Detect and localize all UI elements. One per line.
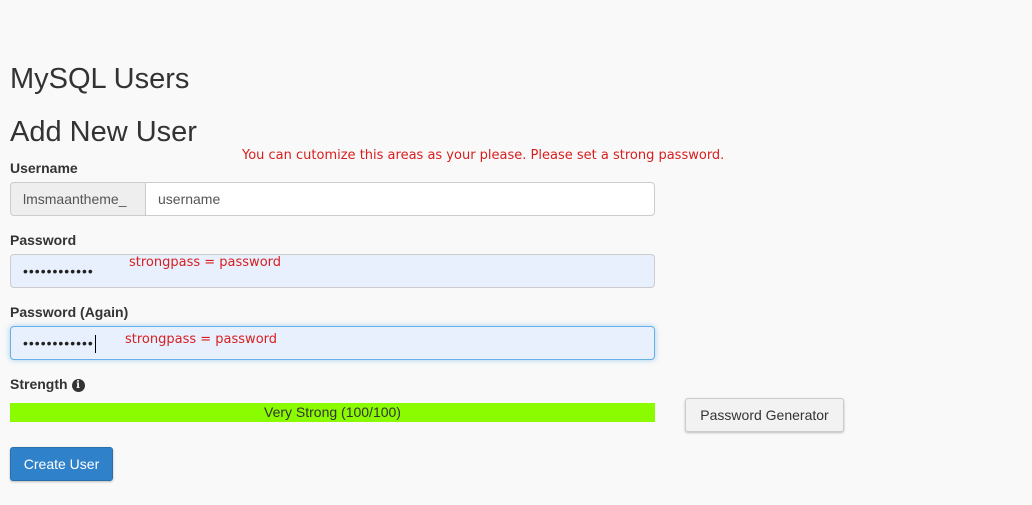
text-caret — [94, 335, 96, 354]
strength-text: Very Strong (100/100) — [264, 404, 401, 420]
create-user-button[interactable]: Create User — [10, 447, 113, 481]
top-annotation: You can cutomize this areas as your plea… — [242, 148, 725, 163]
password-generator-button[interactable]: Password Generator — [685, 398, 844, 432]
page-title: MySQL Users — [10, 63, 190, 95]
password-annotation: strongpass = password — [129, 255, 282, 270]
username-input[interactable] — [145, 182, 655, 216]
password-value: •••••••••••• — [23, 263, 94, 279]
password-label: Password — [10, 232, 77, 248]
password-again-label: Password (Again) — [10, 304, 129, 320]
section-title: Add New User — [10, 116, 197, 148]
password-again-annotation: strongpass = password — [125, 332, 278, 347]
password-input[interactable]: •••••••••••• — [10, 254, 655, 288]
username-label: Username — [10, 160, 78, 176]
username-prefix: lmsmaantheme_ — [10, 182, 145, 216]
password-again-input[interactable]: •••••••••••• — [10, 326, 655, 360]
password-again-value: •••••••••••• — [23, 335, 94, 351]
strength-label: Strength — [10, 376, 68, 392]
username-input-group: lmsmaantheme_ — [10, 182, 655, 216]
strength-heading: Strength i — [10, 375, 85, 393]
info-circle-icon[interactable]: i — [71, 379, 85, 392]
